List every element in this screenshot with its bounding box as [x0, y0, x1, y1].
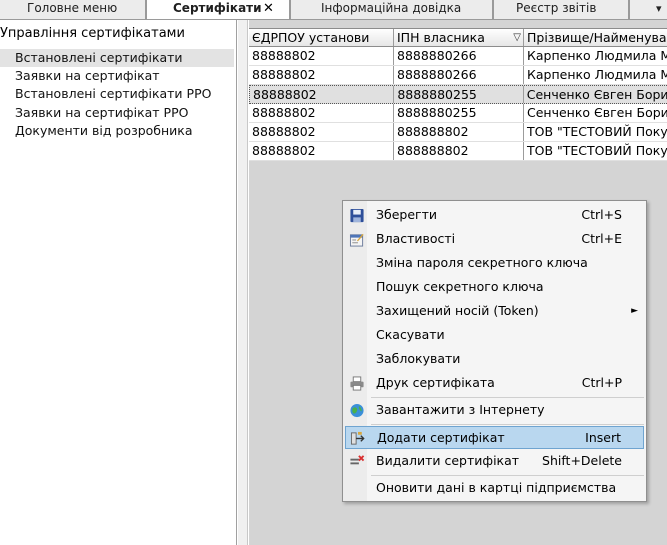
- column-header-label: ЄДРПОУ установи: [252, 30, 370, 45]
- sidebar-item-label: Встановлені сертифікати: [15, 50, 183, 65]
- tab-label: Сертифікати: [173, 1, 262, 15]
- tab-main-menu[interactable]: Головне меню: [0, 0, 146, 19]
- menu-item-properties[interactable]: Властивості Ctrl+E: [345, 228, 644, 251]
- table-row[interactable]: 88888802 8888880266 Карпенко Людмила М: [249, 47, 667, 66]
- cell-ipn: 888888802: [394, 123, 524, 141]
- menu-separator: [371, 397, 644, 398]
- cell-edrpou: 88888802: [249, 47, 394, 65]
- table-row[interactable]: 88888802 8888880266 Карпенко Людмила М: [249, 66, 667, 85]
- menu-item-refresh-company-card[interactable]: Оновити дані в картці підприємства: [345, 477, 644, 500]
- sidebar-item-installed-certificates[interactable]: Встановлені сертифікати: [0, 49, 234, 67]
- tab-info[interactable]: Інформаційна довідка: [290, 0, 493, 19]
- menu-item-delete-certificate[interactable]: Видалити сертифікат Shift+Delete: [345, 450, 644, 473]
- column-header-name[interactable]: Прізвище/Найменування: [524, 29, 667, 46]
- close-icon[interactable]: ✕: [263, 0, 274, 17]
- cell-ipn: 8888880266: [394, 66, 524, 84]
- menu-item-shortcut: Ctrl+P: [581, 375, 622, 390]
- menu-item-save[interactable]: Зберегти Ctrl+S: [345, 204, 644, 227]
- certificates-table: ЄДРПОУ установи ІПН власника ▽ Прізвище/…: [249, 28, 667, 161]
- menu-item-shortcut: Insert: [585, 430, 621, 445]
- menu-item-find-secret-key[interactable]: Пошук секретного ключа: [345, 276, 644, 299]
- menu-item-label: Властивості: [376, 231, 456, 246]
- column-header-ipn[interactable]: ІПН власника ▽: [394, 29, 524, 46]
- menu-item-label: Друк сертифіката: [376, 375, 495, 390]
- tab-label: Інформаційна довідка: [321, 1, 462, 15]
- panel-splitter[interactable]: [238, 20, 248, 545]
- menu-item-label: Зберегти: [376, 207, 438, 222]
- menu-item-label: Скасувати: [376, 327, 445, 342]
- menu-item-label: Завантажити з Інтернету: [376, 402, 545, 417]
- cell-edrpou: 88888802: [250, 86, 395, 103]
- sidebar-item-developer-documents[interactable]: Документи від розробника: [0, 122, 234, 140]
- tab-certificates[interactable]: Сертифікати ✕: [146, 0, 290, 19]
- cell-name: Карпенко Людмила М: [527, 48, 667, 63]
- column-header-label: Прізвище/Найменування: [527, 30, 667, 45]
- sidebar-item-label: Заявки на сертифікат РРО: [15, 105, 189, 120]
- context-menu: Зберегти Ctrl+S Властивості Ctrl+E Зміна…: [342, 200, 647, 502]
- sidebar-item-rro-requests[interactable]: Заявки на сертифікат РРО: [0, 104, 234, 122]
- cell-ipn: 8888880255: [394, 104, 524, 122]
- sidebar-item-label: Встановлені сертифікати РРО: [15, 86, 212, 101]
- table-row[interactable]: 88888802 888888802 ТОВ "ТЕСТОВИЙ Покуп: [249, 123, 667, 142]
- menu-item-print-certificate[interactable]: Друк сертифіката Ctrl+P: [345, 372, 644, 395]
- cell-edrpou: 88888802: [249, 123, 394, 141]
- cell-name: ТОВ "ТЕСТОВИЙ Покуп: [527, 124, 667, 139]
- menu-separator: [371, 424, 644, 425]
- menu-item-label: Захищений носій (Token): [376, 303, 539, 318]
- cell-ipn: 8888880255: [394, 86, 524, 103]
- printer-icon: [350, 376, 364, 391]
- cell-name: Карпенко Людмила М: [527, 67, 667, 82]
- submenu-arrow-icon: ►: [631, 306, 638, 316]
- filter-icon[interactable]: ▽: [513, 29, 521, 46]
- cell-ipn: 8888880266: [394, 47, 524, 65]
- menu-item-label: Оновити дані в картці підприємства: [376, 480, 617, 495]
- cell-name: ТОВ "ТЕСТОВИЙ Покуп: [527, 143, 667, 158]
- cell-name: Сенченко Євген Бори: [527, 105, 667, 120]
- column-header-label: ІПН власника: [397, 30, 485, 45]
- cell-ipn: 888888802: [394, 142, 524, 160]
- save-icon: [350, 208, 364, 223]
- chevron-down-icon[interactable]: ▾: [656, 0, 662, 17]
- tab-label: Головне меню: [27, 1, 118, 15]
- sidebar-title: Управління сертифікатами: [0, 26, 185, 41]
- cell-edrpou: 88888802: [249, 104, 394, 122]
- menu-item-shortcut: Ctrl+S: [581, 207, 622, 222]
- sidebar-item-label: Документи від розробника: [15, 123, 193, 138]
- table-header: ЄДРПОУ установи ІПН власника ▽ Прізвище/…: [249, 28, 667, 47]
- menu-item-secure-token[interactable]: Захищений носій (Token) ►: [345, 300, 644, 323]
- menu-item-cancel[interactable]: Скасувати: [345, 324, 644, 347]
- menu-item-label: Заблокувати: [376, 351, 461, 366]
- column-header-edrpou[interactable]: ЄДРПОУ установи: [249, 29, 394, 46]
- cell-name: Сенченко Євген Бори: [526, 87, 667, 102]
- menu-item-shortcut: Ctrl+E: [581, 231, 622, 246]
- sidebar-item-label: Заявки на сертифікат: [15, 68, 160, 83]
- table-row[interactable]: 88888802 888888802 ТОВ "ТЕСТОВИЙ Покуп: [249, 142, 667, 161]
- menu-item-label: Зміна пароля секретного ключа: [376, 255, 588, 270]
- add-certificate-icon: [350, 431, 365, 445]
- delete-certificate-icon: [350, 455, 365, 465]
- menu-item-download-internet[interactable]: Завантажити з Інтернету: [345, 399, 644, 422]
- globe-icon: [350, 403, 364, 418]
- menu-item-block[interactable]: Заблокувати: [345, 348, 644, 371]
- tab-strip: Головне меню Сертифікати ✕ Інформаційна …: [0, 0, 667, 20]
- table-row[interactable]: 88888802 8888880255 Сенченко Євген Бори: [249, 104, 667, 123]
- sidebar-item-certificate-requests[interactable]: Заявки на сертифікат: [0, 67, 234, 85]
- sidebar: Управління сертифікатами Встановлені сер…: [0, 20, 237, 545]
- menu-item-shortcut: Shift+Delete: [542, 453, 622, 468]
- properties-icon: [349, 233, 364, 247]
- menu-item-change-key-password[interactable]: Зміна пароля секретного ключа: [345, 252, 644, 275]
- tab-label: Реєстр звітів: [516, 1, 597, 15]
- menu-item-label: Видалити сертифікат: [376, 453, 520, 468]
- cell-edrpou: 88888802: [249, 142, 394, 160]
- cell-edrpou: 88888802: [249, 66, 394, 84]
- sidebar-item-installed-rro-certificates[interactable]: Встановлені сертифікати РРО: [0, 85, 234, 103]
- menu-separator: [371, 475, 644, 476]
- tab-reports-registry[interactable]: Реєстр звітів: [493, 0, 629, 19]
- menu-item-add-certificate[interactable]: Додати сертифікат Insert: [345, 426, 644, 449]
- tab-overflow[interactable]: ▾: [629, 0, 667, 19]
- table-row-selected[interactable]: 88888802 8888880255 Сенченко Євген Бори: [249, 85, 667, 104]
- menu-item-label: Додати сертифікат: [377, 430, 505, 445]
- menu-item-label: Пошук секретного ключа: [376, 279, 544, 294]
